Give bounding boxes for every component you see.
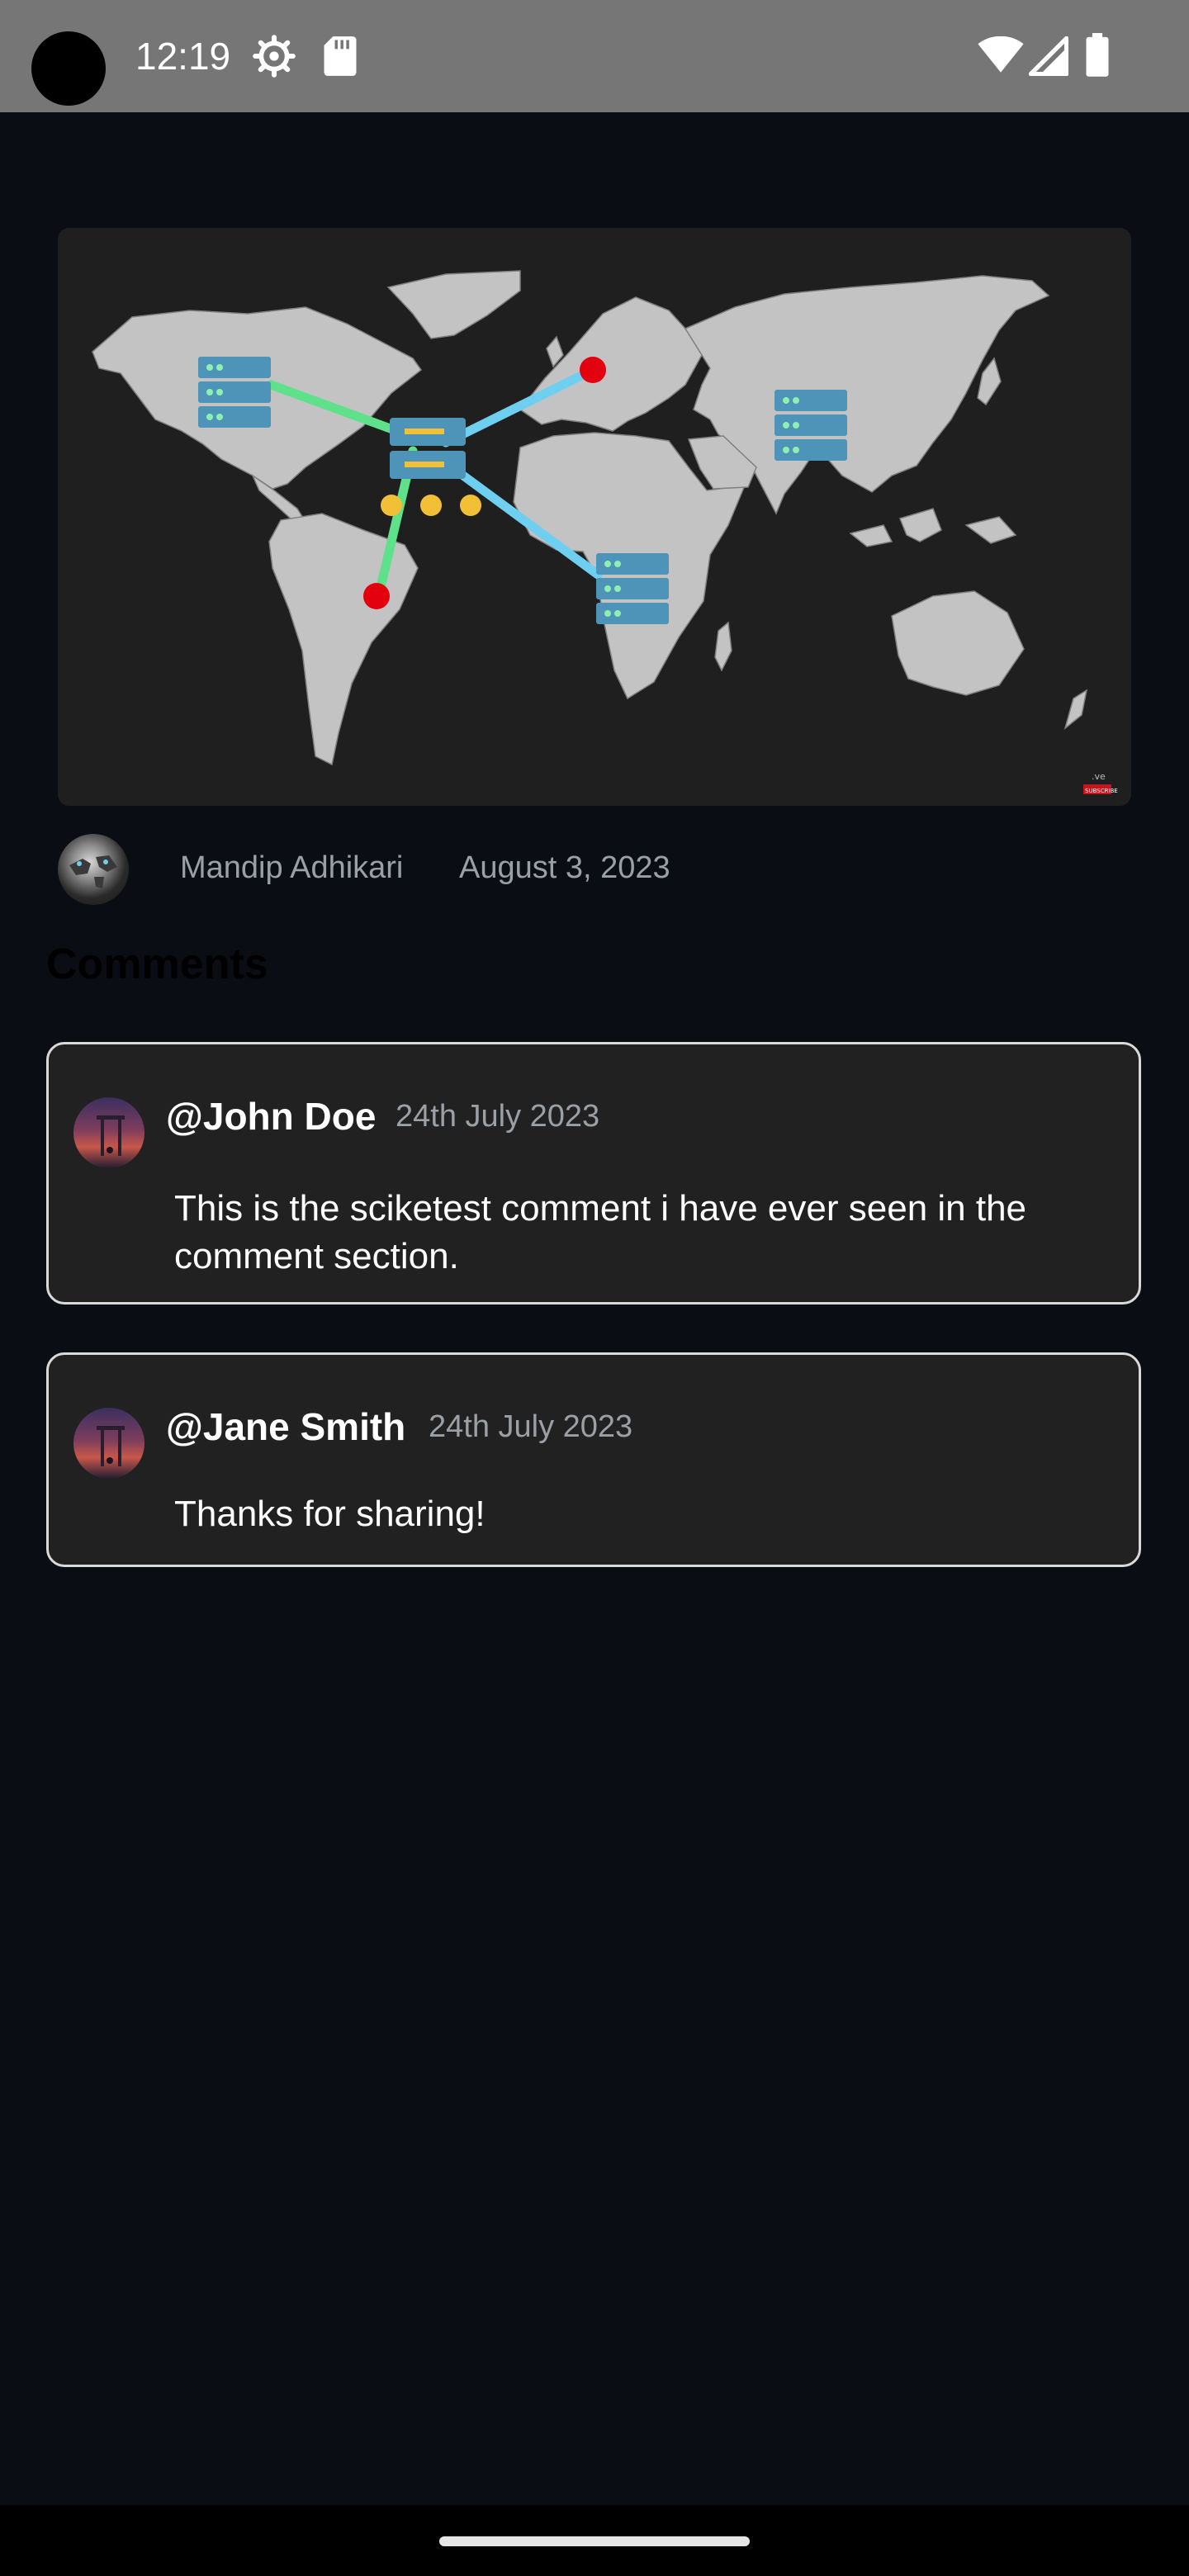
server-icon-north-america <box>198 357 271 428</box>
comment-date: 24th July 2023 <box>396 1099 600 1134</box>
post-author[interactable]: Mandip Adhikari <box>180 850 403 886</box>
gesture-navigation-bar <box>0 2505 1189 2576</box>
camera-cutout <box>31 31 106 106</box>
server-icon-asia <box>775 390 847 461</box>
wifi-icon <box>978 36 1024 78</box>
location-marker-south-america <box>363 583 390 609</box>
loading-dots <box>381 495 481 516</box>
sd-card-icon <box>322 35 358 82</box>
comment-username[interactable]: @John Doe <box>166 1094 376 1139</box>
status-bar: 12:19 <box>0 0 1189 112</box>
post-date: August 3, 2023 <box>459 850 670 885</box>
commenter-avatar[interactable] <box>73 1097 144 1168</box>
server-icon-africa <box>596 553 669 624</box>
comment-date: 24th July 2023 <box>429 1409 633 1444</box>
comment-text: Thanks for sharing! <box>174 1494 486 1534</box>
status-time: 12:19 <box>135 35 231 78</box>
commenter-avatar[interactable] <box>73 1408 144 1479</box>
location-marker-europe <box>580 357 606 383</box>
post-hero-image: .ve SUBSCRIBE <box>58 228 1131 806</box>
comments-heading: Comments <box>46 940 268 988</box>
comment-card: @Jane Smith 24th July 2023 Thanks for sh… <box>46 1352 1141 1567</box>
comment-text: This is the sciketest comment i have eve… <box>174 1188 1027 1276</box>
settings-gear-icon <box>253 35 296 82</box>
home-gesture-handle[interactable] <box>439 2536 750 2546</box>
comment-username[interactable]: @Jane Smith <box>166 1404 405 1449</box>
author-avatar[interactable] <box>58 834 129 905</box>
post-meta: Mandip Adhikari August 3, 2023 <box>58 834 1131 908</box>
world-map-graphic: .ve SUBSCRIBE <box>58 228 1131 806</box>
subscribe-badge-text: SUBSCRIBE <box>1085 788 1118 794</box>
signal-icon <box>1028 36 1069 80</box>
battery-icon <box>1085 33 1110 82</box>
svg-text:.ve: .ve <box>1092 771 1106 782</box>
comment-card: @John Doe 24th July 2023 This is the sci… <box>46 1042 1141 1305</box>
